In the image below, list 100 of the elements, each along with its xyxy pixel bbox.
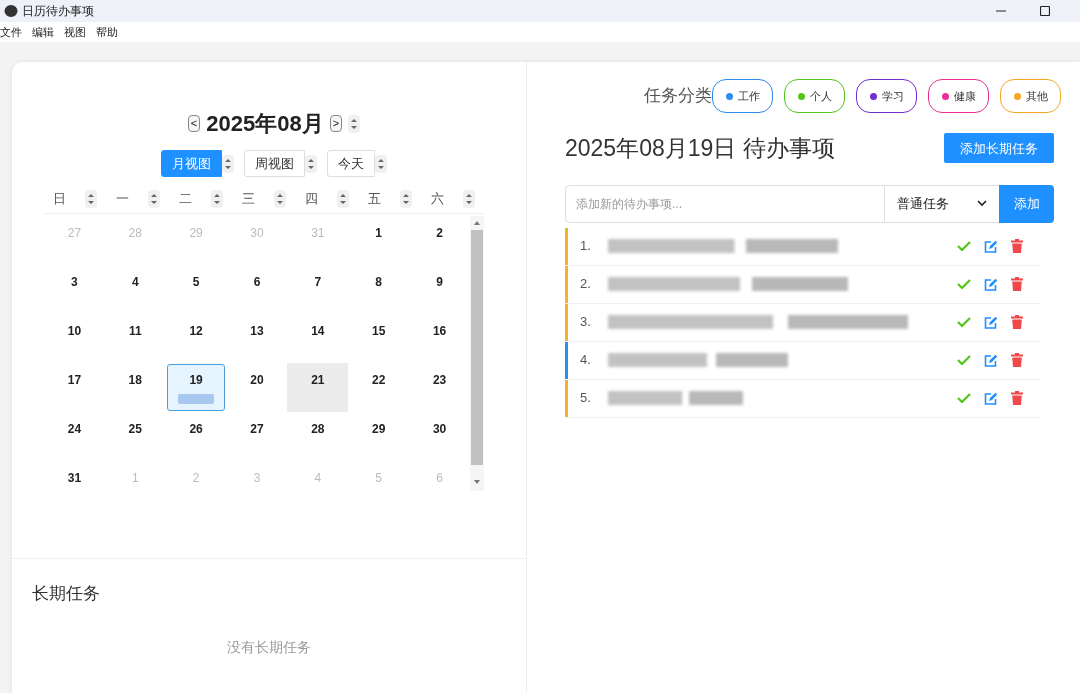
spinner-icon[interactable]: [375, 154, 387, 173]
day-number: 24: [67, 420, 82, 438]
chevron-down-icon: [977, 200, 987, 207]
maximize-icon[interactable]: [1040, 6, 1050, 16]
spinner-icon[interactable]: [305, 154, 317, 173]
weekday-label: 三: [242, 190, 255, 208]
edit-icon[interactable]: [984, 391, 998, 405]
menu-item[interactable]: 帮助: [96, 23, 118, 41]
delete-icon[interactable]: [1011, 353, 1023, 367]
check-icon[interactable]: [957, 240, 971, 252]
view-button[interactable]: 周视图: [244, 150, 305, 177]
calendar-day[interactable]: 26: [167, 412, 226, 460]
calendar-day[interactable]: 14: [288, 314, 347, 362]
day-number: 4: [314, 469, 322, 487]
task-row[interactable]: 1.: [565, 227, 1041, 266]
calendar-day[interactable]: 30: [410, 412, 469, 460]
day-number: 30: [432, 420, 447, 438]
check-icon[interactable]: [957, 278, 971, 290]
task-row[interactable]: 2.: [565, 265, 1041, 304]
task-row[interactable]: 3.: [565, 303, 1041, 342]
sort-icon[interactable]: [148, 189, 161, 208]
calendar-day[interactable]: 9: [410, 265, 469, 313]
category-chip[interactable]: 个人: [784, 79, 845, 113]
day-number: 31: [311, 224, 325, 242]
next-month-button[interactable]: >: [329, 115, 343, 132]
calendar-day[interactable]: 12: [167, 314, 226, 362]
check-icon[interactable]: [957, 316, 971, 328]
edit-icon[interactable]: [984, 353, 998, 367]
day-number: 26: [189, 420, 203, 438]
day-number: 8: [375, 273, 383, 291]
delete-icon[interactable]: [1011, 315, 1023, 329]
task-number: 2.: [580, 275, 592, 294]
sort-icon[interactable]: [211, 189, 224, 208]
view-button[interactable]: 今天: [327, 150, 375, 177]
calendar-day[interactable]: 17: [45, 363, 104, 411]
edit-icon[interactable]: [984, 277, 998, 291]
calendar-day[interactable]: 21: [288, 363, 347, 411]
calendar-day[interactable]: 4: [106, 265, 165, 313]
calendar-day[interactable]: 31: [45, 461, 104, 509]
weekday-label: 一: [116, 190, 130, 208]
spinner-icon[interactable]: [222, 154, 234, 173]
edit-icon[interactable]: [984, 239, 998, 253]
day-number: 6: [436, 469, 443, 487]
day-number: 6: [253, 273, 261, 291]
calendar-day[interactable]: 16: [410, 314, 469, 362]
calendar-day[interactable]: 29: [349, 412, 408, 460]
menu-item[interactable]: 文件: [0, 23, 22, 41]
task-row[interactable]: 5.: [565, 379, 1041, 418]
delete-icon[interactable]: [1011, 277, 1023, 291]
prev-month-button[interactable]: <: [187, 115, 201, 132]
check-icon[interactable]: [957, 354, 971, 366]
menu-item[interactable]: 视图: [64, 23, 86, 41]
calendar-day[interactable]: 5: [167, 265, 226, 313]
delete-icon[interactable]: [1011, 391, 1023, 405]
calendar-day[interactable]: 23: [410, 363, 469, 411]
category-chip[interactable]: 学习: [856, 79, 917, 113]
calendar-day[interactable]: 28: [288, 412, 347, 460]
calendar-day[interactable]: 13: [228, 314, 286, 362]
calendar-day[interactable]: 3: [45, 265, 104, 313]
calendar-day[interactable]: 25: [106, 412, 165, 460]
calendar-day[interactable]: 20: [228, 363, 286, 411]
calendar-day[interactable]: 8: [349, 265, 408, 313]
calendar-day[interactable]: 10: [45, 314, 104, 362]
day-number: 22: [372, 371, 386, 389]
calendar-day[interactable]: 27: [228, 412, 286, 460]
check-icon[interactable]: [957, 392, 971, 404]
calendar-day[interactable]: 24: [45, 412, 104, 460]
calendar-day[interactable]: 19: [167, 363, 226, 411]
day-number: 9: [436, 273, 443, 291]
category-chip[interactable]: 其他: [1000, 79, 1061, 113]
calendar-day[interactable]: 6: [228, 265, 286, 313]
menu-item[interactable]: 编辑: [32, 23, 54, 41]
empty-message: 没有长期任务: [227, 637, 311, 657]
sort-icon[interactable]: [336, 189, 349, 208]
category-chip[interactable]: 健康: [928, 79, 989, 113]
calendar-day[interactable]: 18: [106, 363, 165, 411]
scrollbar[interactable]: [470, 215, 484, 491]
category-label: 任务分类: [644, 85, 712, 108]
edit-icon[interactable]: [984, 315, 998, 329]
weekday-label: 日: [53, 190, 67, 208]
todo-input[interactable]: 添加新的待办事项...: [565, 184, 885, 223]
category-chip[interactable]: 工作: [712, 79, 773, 113]
delete-icon[interactable]: [1011, 239, 1023, 253]
calendar-day[interactable]: 22: [349, 363, 408, 411]
sort-icon[interactable]: [85, 189, 98, 208]
calendar-day[interactable]: 1: [349, 216, 408, 264]
task-number: 4.: [580, 351, 592, 370]
spinner-icon[interactable]: [348, 114, 361, 133]
calendar-day[interactable]: 11: [106, 314, 165, 362]
day-number: 25: [128, 420, 142, 438]
task-row[interactable]: 4.: [565, 341, 1041, 380]
calendar-day[interactable]: 15: [349, 314, 408, 362]
calendar-day[interactable]: 2: [410, 216, 469, 264]
sort-icon[interactable]: [273, 189, 286, 208]
sort-icon[interactable]: [462, 189, 475, 208]
day-number: 23: [432, 371, 447, 389]
sort-icon[interactable]: [399, 189, 412, 208]
calendar-day[interactable]: 7: [288, 265, 347, 313]
day-number: 18: [128, 371, 142, 389]
weekday-label: 六: [430, 190, 444, 208]
